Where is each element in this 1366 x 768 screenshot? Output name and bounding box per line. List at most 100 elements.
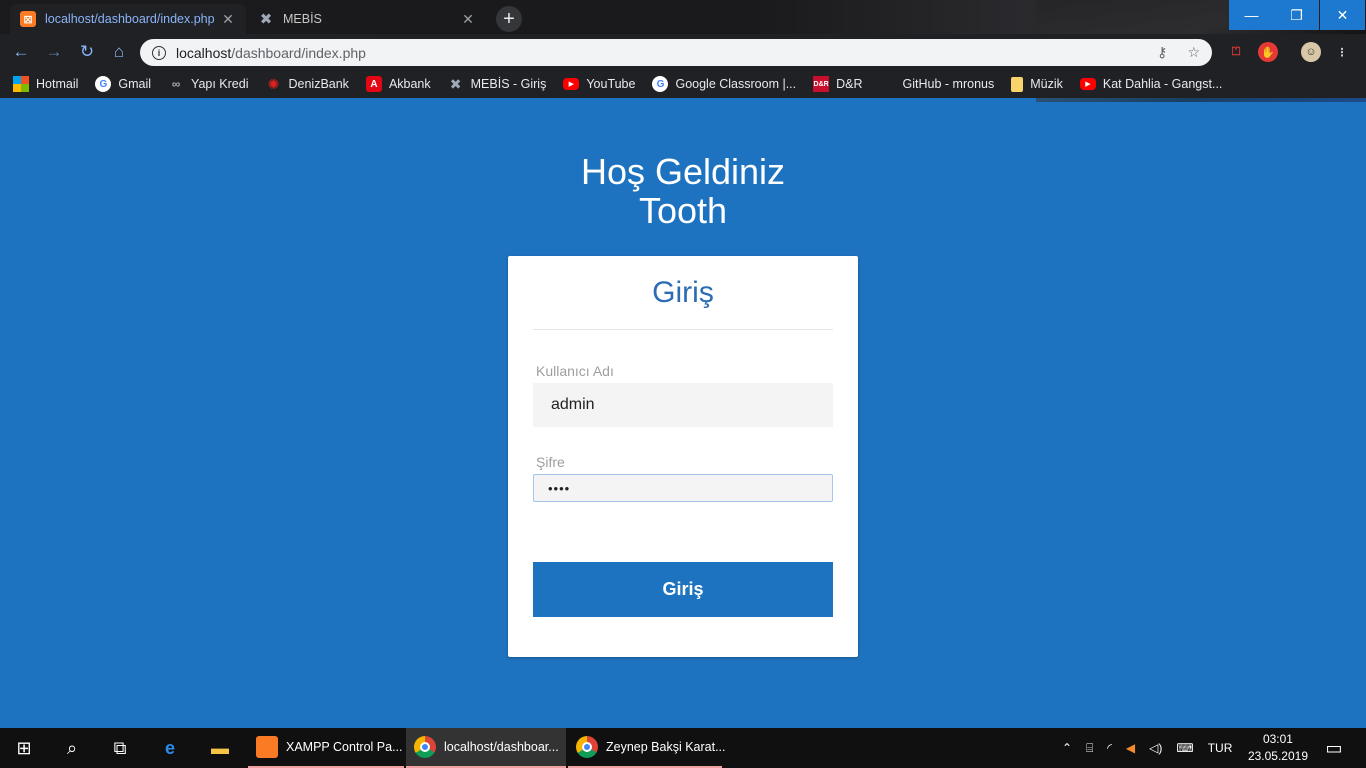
youtube-icon: ▶ — [1079, 78, 1096, 90]
edge-button[interactable]: e — [146, 728, 194, 768]
taskbar-app-label: Zeynep Bakşi Karat... — [606, 740, 726, 754]
bookmark-mebis[interactable]: ✖ MEBİS - Giriş — [448, 76, 547, 92]
bookmark-google-classroom[interactable]: G Google Classroom |... — [652, 76, 796, 92]
reload-button[interactable]: ↻ — [75, 40, 99, 64]
reload-icon: ↻ — [79, 42, 95, 61]
username-label: Kullanıcı Adı — [536, 363, 614, 379]
xampp-icon — [256, 736, 278, 758]
google-icon: G — [652, 76, 669, 92]
bookmark-folder-muzik[interactable]: Müzik — [1011, 76, 1063, 92]
bookmark-gmail[interactable]: G Gmail — [95, 76, 151, 92]
key-icon[interactable]: ⚷ — [1157, 44, 1167, 61]
github-icon: ● — [884, 78, 891, 90]
network-icon[interactable]: ⌸ — [1086, 741, 1093, 756]
task-view-button[interactable]: ⧉ — [96, 728, 144, 768]
folder-icon — [1011, 76, 1024, 92]
action-center-button[interactable]: ▭ — [1310, 728, 1358, 768]
bookmarks-bar: Hotmail G Gmail ∞ Yapı Kredi ✺ DenizBank AA… — [0, 70, 1366, 98]
address-host: localhost — [176, 44, 232, 61]
bookmark-denizbank[interactable]: ✺ DenizBank — [265, 75, 349, 92]
taskbar-app-chrome-zeynep[interactable]: Zeynep Bakşi Karat... — [568, 728, 726, 768]
bookmark-youtube[interactable]: ▶ YouTube — [563, 77, 635, 91]
akbank-icon: A — [365, 76, 382, 92]
welcome-title: Hoş Geldiniz — [580, 151, 786, 192]
bookmark-kat-dahlia[interactable]: ▶ Kat Dahlia - Gangst... — [1079, 77, 1223, 91]
taskbar-app-label: XAMPP Control Pa... — [286, 740, 403, 754]
bookmark-hotmail[interactable]: Hotmail — [13, 76, 78, 92]
username-input[interactable]: admin — [533, 383, 833, 427]
tab-label: localhost/dashboard/index.php — [45, 12, 215, 26]
youtube-icon: ▶ — [563, 78, 580, 90]
yapi-kredi-icon: ∞ — [171, 77, 181, 91]
close-icon: ✕ — [1336, 6, 1349, 23]
star-icon[interactable]: ☆ — [1187, 44, 1200, 61]
chevron-up-icon[interactable]: ⌃ — [1062, 741, 1072, 755]
password-input[interactable]: •••• — [533, 474, 833, 502]
restore-button[interactable]: ❐ — [1274, 0, 1319, 30]
denizbank-icon: ✺ — [267, 75, 280, 92]
taskbar: ⊞ ⌕ ⧉ e ▬ XAMPP Control Pa... localhost/… — [0, 728, 1366, 768]
pdf-extension-icon[interactable]: ⏍ — [1226, 42, 1246, 62]
taskbar-app-chrome-localhost[interactable]: localhost/dashboar... — [406, 728, 566, 768]
close-window-button[interactable]: ✕ — [1320, 0, 1365, 30]
taskbar-app-label: localhost/dashboar... — [444, 740, 559, 754]
address-path: /dashboard/index.php — [231, 44, 366, 61]
search-icon: ⌕ — [66, 737, 78, 758]
language-indicator[interactable]: TUR — [1208, 741, 1233, 755]
taskbar-app-xampp[interactable]: XAMPP Control Pa... — [248, 728, 404, 768]
tab-mebis[interactable]: ✖ MEBİS ✕ — [248, 4, 486, 34]
bookmark-akbank[interactable]: A Akbank — [365, 76, 431, 92]
menu-icon[interactable]: ⋮ — [1332, 42, 1352, 62]
clock-time: 03:01 — [1262, 732, 1293, 746]
speaker-muted-icon[interactable]: ◀ — [1126, 741, 1135, 755]
bookmark-label: Müzik — [1030, 77, 1063, 91]
bookmark-label: Kat Dahlia - Gangst... — [1102, 77, 1223, 91]
back-button[interactable]: ← — [9, 40, 33, 64]
bookmark-yapi-kredi[interactable]: ∞ Yapı Kredi — [168, 76, 249, 92]
chrome-icon — [414, 736, 436, 758]
bookmark-label: YouTube — [586, 77, 636, 91]
close-icon[interactable]: ✕ — [220, 11, 236, 28]
chrome-icon — [576, 736, 598, 758]
divider — [533, 329, 833, 330]
xampp-icon: ⊠ — [20, 11, 36, 27]
keyboard-icon[interactable]: ⌨ — [1176, 741, 1193, 755]
profile-avatar[interactable]: ☺ — [1301, 42, 1321, 62]
close-icon[interactable]: ✕ — [460, 11, 476, 28]
microsoft-icon — [13, 76, 29, 92]
folder-icon: ▬ — [211, 737, 229, 758]
minimize-button[interactable]: — — [1229, 0, 1274, 30]
address-bar[interactable]: i localhost/dashboard/index.php ⚷ ☆ — [140, 39, 1212, 66]
minimize-icon: — — [1244, 7, 1259, 23]
home-button[interactable]: ⌂ — [107, 40, 131, 64]
adblock-extension-icon[interactable]: ✋ — [1258, 42, 1278, 62]
mebis-icon: ✖ — [449, 75, 462, 92]
info-icon[interactable]: i — [152, 45, 166, 60]
start-button[interactable]: ⊞ — [0, 728, 48, 768]
task-view-icon: ⧉ — [113, 737, 127, 758]
bookmark-label: Yapı Kredi — [191, 77, 249, 91]
bookmark-label: Google Classroom |... — [675, 77, 797, 91]
bookmark-dr[interactable]: D&R D&R — [813, 76, 863, 92]
notification-icon: ▭ — [1325, 737, 1343, 758]
google-icon: G — [95, 76, 112, 92]
clock[interactable]: 03:01 23.05.2019 — [1248, 731, 1308, 765]
login-card: Giriş Kullanıcı Adı admin Şifre •••• Gir… — [508, 256, 858, 657]
forward-button[interactable]: → — [42, 40, 66, 64]
system-tray: ⌃ ⌸ ◜ ◀ ◁) ⌨ TUR — [1062, 728, 1232, 768]
login-button[interactable]: Giriş — [533, 562, 833, 617]
bookmark-label: DenizBank — [288, 77, 349, 91]
bookmark-label: D&R — [836, 77, 863, 91]
home-icon: ⌂ — [113, 42, 125, 61]
bookmark-github[interactable]: ● GitHub - mronus — [880, 76, 995, 92]
file-explorer-button[interactable]: ▬ — [196, 728, 244, 768]
dr-icon: D&R — [813, 76, 830, 92]
wifi-icon[interactable]: ◜ — [1107, 741, 1112, 755]
new-tab-button[interactable]: + — [496, 6, 522, 32]
tab-localhost[interactable]: ⊠ localhost/dashboard/index.php ✕ — [10, 4, 246, 34]
password-label: Şifre — [536, 454, 565, 470]
search-button[interactable]: ⌕ — [48, 728, 96, 768]
bookmark-label: Hotmail — [36, 77, 79, 91]
volume-icon[interactable]: ◁) — [1149, 741, 1162, 755]
welcome-heading: Hoş Geldiniz Tooth — [0, 152, 1366, 230]
